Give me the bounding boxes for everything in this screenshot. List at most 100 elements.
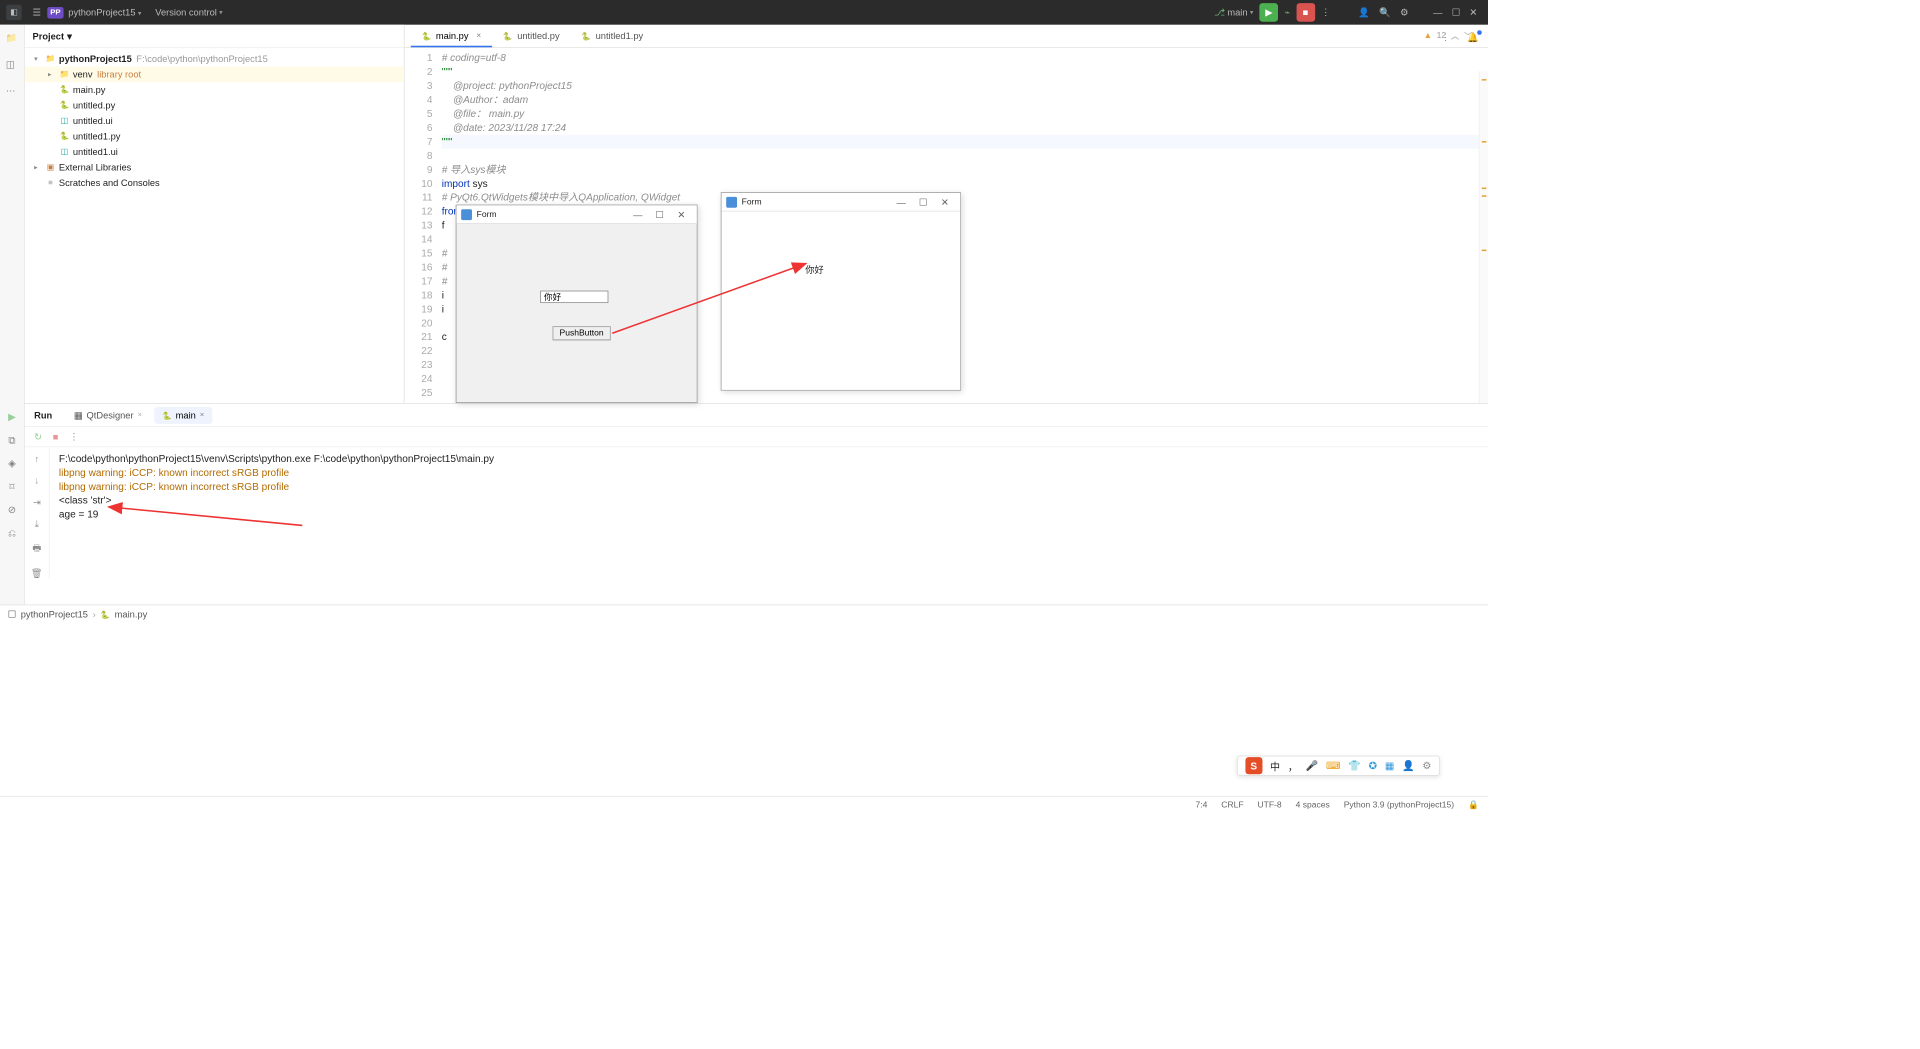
- window-minimize-icon[interactable]: —: [627, 209, 649, 220]
- run-toolbar: ↻ ■ ⋮: [25, 427, 1488, 447]
- tree-file[interactable]: untitled.py: [25, 98, 404, 114]
- lock-icon[interactable]: 🔒: [1468, 800, 1479, 810]
- more-actions-icon[interactable]: ⋮: [1321, 7, 1330, 18]
- chevron-down-icon[interactable]: ﹀: [1464, 29, 1473, 41]
- warning-icon: ▲: [1424, 31, 1432, 40]
- project-panel-header[interactable]: Project▾: [25, 25, 404, 48]
- status-bar: 7:4 CRLF UTF-8 4 spaces Python 3.9 (pyth…: [0, 796, 1488, 813]
- line-separator[interactable]: CRLF: [1221, 800, 1243, 809]
- python-interpreter[interactable]: Python 3.9 (pythonProject15): [1344, 800, 1454, 809]
- editor-tabs: main.py× untitled.py untitled1.py ⋮ 🔔: [405, 25, 1488, 48]
- qt-titlebar[interactable]: Form — ☐ ✕: [456, 205, 696, 224]
- settings-icon[interactable]: ⚙: [1400, 7, 1408, 18]
- tree-scratches[interactable]: Scratches and Consoles: [25, 175, 404, 191]
- window-close-icon[interactable]: ✕: [670, 209, 692, 220]
- run-tool-window: Run ▦QtDesigner× main× ↻ ■ ⋮ ↑ ↓ ⇥ ⤓ 🖶 🗑…: [25, 403, 1488, 605]
- clear-icon[interactable]: 🗑: [31, 568, 43, 579]
- qt-lineedit[interactable]: [540, 291, 608, 303]
- window-minimize-icon[interactable]: —: [890, 196, 912, 207]
- stop-icon[interactable]: ■: [53, 431, 59, 442]
- tree-file[interactable]: untitled1.ui: [25, 144, 404, 160]
- sogou-logo-icon: S: [1245, 757, 1262, 774]
- console-output[interactable]: F:\code\python\pythonProject15\venv\Scri…: [50, 447, 1488, 579]
- ime-lang[interactable]: 中: [1270, 758, 1280, 773]
- main-menu-icon[interactable]: ☰: [33, 7, 41, 18]
- print-icon[interactable]: 🖶: [32, 541, 41, 557]
- run-tab[interactable]: main×: [154, 406, 212, 423]
- ime-settings-icon[interactable]: ⚙: [1422, 760, 1431, 772]
- qt-titlebar[interactable]: Form — ☐ ✕: [722, 193, 961, 212]
- tree-external-libs[interactable]: ▸External Libraries: [25, 160, 404, 176]
- qt-form-window-2[interactable]: Form — ☐ ✕ 你好: [721, 192, 961, 390]
- scroll-down-icon[interactable]: ↓: [34, 475, 39, 486]
- ime-keyboard-icon[interactable]: ⌨: [1326, 760, 1341, 772]
- qt-app-icon: [726, 196, 737, 207]
- left-tool-strip: 📁 ◫ ⋯: [0, 25, 25, 403]
- ide-logo-icon: ◧: [6, 5, 21, 21]
- python-console-icon[interactable]: ⧉: [8, 434, 15, 446]
- ime-user-icon[interactable]: 👤: [1402, 760, 1415, 772]
- inspection-widget[interactable]: ▲12 ︿ ﹀: [1424, 29, 1473, 41]
- terminal-icon[interactable]: ⌑: [9, 481, 14, 493]
- more-tool-icon[interactable]: ⋯: [6, 85, 18, 97]
- window-close-icon[interactable]: ✕: [1469, 7, 1477, 18]
- editor-tab[interactable]: main.py×: [411, 26, 492, 48]
- qt-form-window-1[interactable]: Form — ☐ ✕ PushButton: [456, 205, 698, 403]
- project-tool-icon[interactable]: 📁: [6, 33, 18, 45]
- run-button[interactable]: ▶: [1260, 3, 1279, 22]
- branch-widget[interactable]: ⎇ main▾: [1214, 7, 1253, 18]
- tree-root[interactable]: ▾ pythonProject15 F:\code\python\pythonP…: [25, 51, 404, 67]
- title-bar: ◧ ☰ PP pythonProject15▾ Version control▾…: [0, 0, 1488, 25]
- project-name[interactable]: pythonProject15▾: [68, 7, 141, 18]
- window-close-icon[interactable]: ✕: [934, 196, 956, 207]
- structure-tool-icon[interactable]: ◫: [6, 59, 18, 71]
- window-minimize-icon[interactable]: —: [1433, 7, 1442, 18]
- chevron-up-icon[interactable]: ︿: [1451, 29, 1460, 41]
- code-with-me-icon[interactable]: 👤: [1358, 7, 1370, 18]
- qt-app-icon: [461, 209, 472, 220]
- ime-mic-icon[interactable]: 🎤: [1306, 760, 1319, 772]
- tree-file[interactable]: main.py: [25, 82, 404, 98]
- file-encoding[interactable]: UTF-8: [1258, 800, 1282, 809]
- scroll-to-end-icon[interactable]: ⤓: [35, 518, 39, 530]
- tree-file[interactable]: untitled.ui: [25, 113, 404, 129]
- tree-file[interactable]: untitled1.py: [25, 129, 404, 145]
- window-maximize-icon[interactable]: ☐: [649, 209, 671, 220]
- window-maximize-icon[interactable]: ☐: [1452, 7, 1460, 18]
- error-stripe[interactable]: [1479, 71, 1488, 403]
- ime-grid-icon[interactable]: ▦: [1385, 760, 1395, 772]
- search-icon[interactable]: 🔍: [1379, 7, 1391, 18]
- run-tool-icon[interactable]: ▶: [8, 411, 16, 423]
- indent-setting[interactable]: 4 spaces: [1296, 800, 1330, 809]
- qt-pushbutton[interactable]: PushButton: [553, 326, 611, 340]
- ime-toolbar[interactable]: S 中 ， 🎤 ⌨ 👕 ✪ ▦ 👤 ⚙: [1237, 756, 1440, 776]
- run-tab[interactable]: ▦QtDesigner×: [66, 406, 150, 423]
- services-icon[interactable]: ◈: [8, 457, 16, 469]
- vcs-widget[interactable]: Version control▾: [155, 7, 222, 18]
- qt-window-title: Form: [477, 210, 497, 219]
- caret-position[interactable]: 7:4: [1195, 800, 1207, 809]
- console-tools: ↑ ↓ ⇥ ⤓ 🖶 🗑: [25, 447, 50, 579]
- ime-punct-icon[interactable]: ，: [1288, 758, 1298, 773]
- tab-close-icon[interactable]: ×: [137, 411, 142, 420]
- vcs-tool-icon[interactable]: ⎌: [8, 527, 16, 539]
- soft-wrap-icon[interactable]: ⇥: [33, 497, 41, 508]
- editor-tab[interactable]: untitled.py: [492, 26, 570, 48]
- nav-breadcrumb[interactable]: ☐ pythonProject15 › main.py: [0, 605, 1488, 624]
- debug-button[interactable]: ⌁: [1284, 7, 1290, 18]
- more-icon[interactable]: ⋮: [69, 431, 78, 442]
- problems-icon[interactable]: ⊘: [8, 504, 16, 516]
- window-maximize-icon[interactable]: ☐: [912, 196, 934, 207]
- stop-button[interactable]: ■: [1296, 3, 1315, 22]
- tab-close-icon[interactable]: ×: [476, 31, 481, 40]
- left-bottom-tool-strip: ▶ ⧉ ◈ ⌑ ⊘ ⎌: [0, 403, 25, 605]
- rerun-icon[interactable]: ↻: [34, 431, 42, 442]
- ime-skin-icon[interactable]: 👕: [1348, 760, 1361, 772]
- scroll-up-icon[interactable]: ↑: [34, 453, 39, 464]
- qt-label: 你好: [805, 263, 824, 276]
- editor-tab[interactable]: untitled1.py: [570, 26, 654, 48]
- tree-venv[interactable]: ▸ venv library root: [25, 67, 404, 82]
- ime-tool-icon[interactable]: ✪: [1369, 760, 1377, 772]
- project-tree[interactable]: ▾ pythonProject15 F:\code\python\pythonP…: [25, 48, 404, 194]
- tab-close-icon[interactable]: ×: [200, 411, 205, 420]
